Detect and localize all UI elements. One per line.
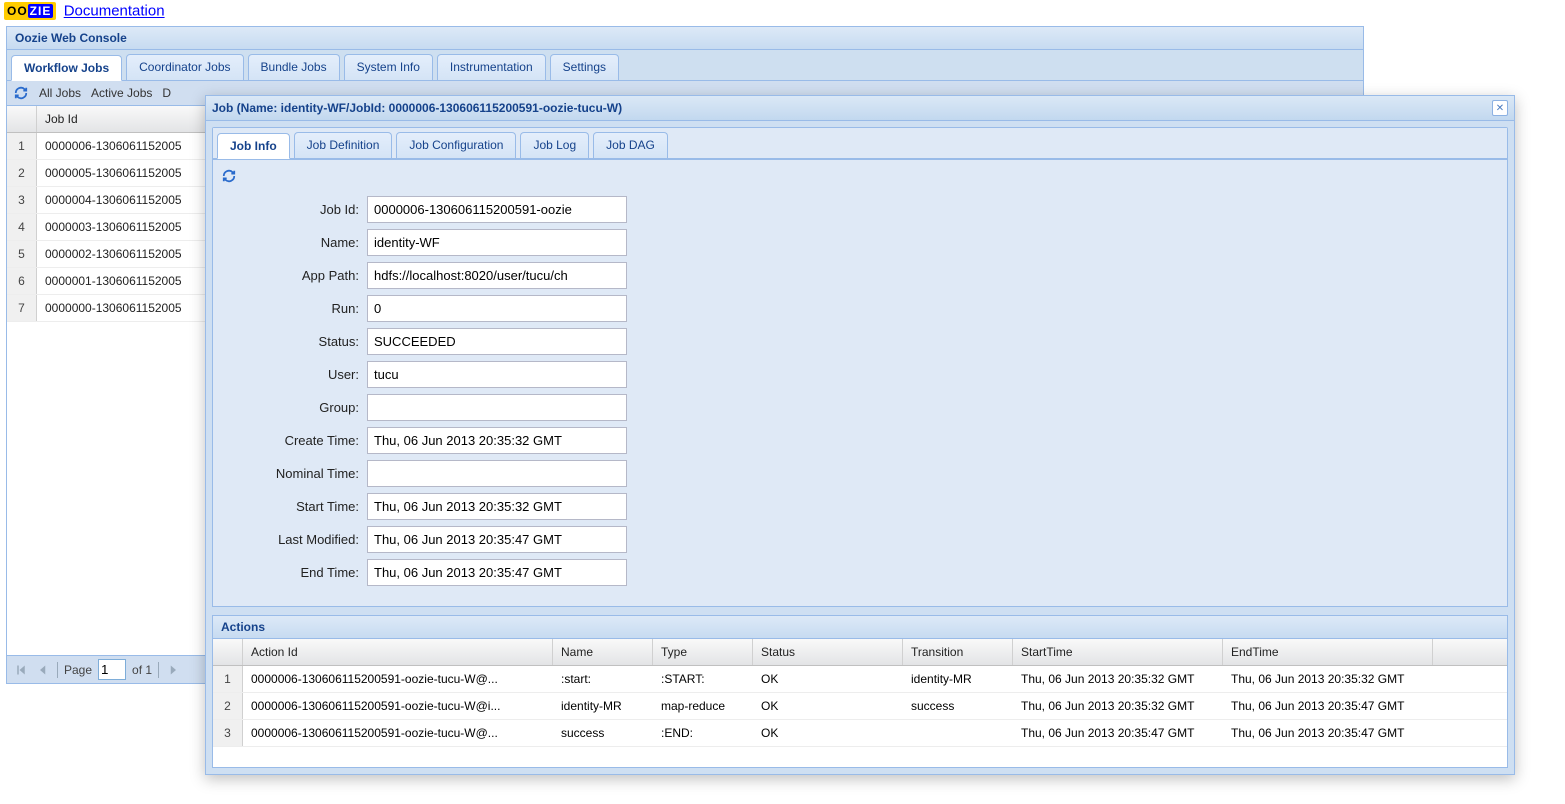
cell-action-id: 0000006-130606115200591-oozie-tucu-W@... — [243, 666, 553, 692]
cell-action-status: OK — [753, 720, 903, 746]
cell-action-end: Thu, 06 Jun 2013 20:35:32 GMT — [1223, 666, 1433, 692]
tab-workflow-jobs[interactable]: Workflow Jobs — [11, 55, 122, 81]
field-app-path[interactable] — [367, 262, 627, 289]
column-action-id[interactable]: Action Id — [243, 639, 553, 665]
cell-action-start: Thu, 06 Jun 2013 20:35:47 GMT — [1013, 720, 1223, 746]
table-row[interactable]: 10000006-130606115200591-oozie-tucu-W@..… — [213, 666, 1507, 693]
field-run[interactable] — [367, 295, 627, 322]
tab-job-dag[interactable]: Job DAG — [593, 132, 668, 158]
column-action-status[interactable]: Status — [753, 639, 903, 665]
tab-bundle-jobs[interactable]: Bundle Jobs — [248, 54, 340, 80]
row-number: 6 — [7, 268, 37, 294]
label-status: Status: — [239, 334, 359, 349]
cell-action-end: Thu, 06 Jun 2013 20:35:47 GMT — [1223, 693, 1433, 719]
label-user: User: — [239, 367, 359, 382]
cell-action-status: OK — [753, 693, 903, 719]
cell-action-name: success — [553, 720, 653, 746]
column-action-start[interactable]: StartTime — [1013, 639, 1223, 665]
cell-action-type: :END: — [653, 720, 753, 746]
table-row[interactable]: 20000006-130606115200591-oozie-tucu-W@i.… — [213, 693, 1507, 720]
job-detail-window: Job (Name: identity-WF/JobId: 0000006-13… — [205, 95, 1515, 775]
page-input[interactable] — [98, 659, 126, 680]
label-job-id: Job Id: — [239, 202, 359, 217]
filter-active-jobs[interactable]: Active Jobs — [91, 86, 152, 100]
cell-action-transition: identity-MR — [903, 666, 1013, 692]
tab-job-log[interactable]: Job Log — [520, 132, 589, 158]
main-tabstrip: Workflow Jobs Coordinator Jobs Bundle Jo… — [7, 50, 1363, 81]
job-window-title: Job (Name: identity-WF/JobId: 0000006-13… — [212, 101, 622, 115]
row-number: 7 — [7, 295, 37, 321]
oozie-logo: OOZIE — [4, 2, 56, 20]
row-number: 5 — [7, 241, 37, 267]
label-end-time: End Time: — [239, 565, 359, 580]
label-last-modified: Last Modified: — [239, 532, 359, 547]
cell-action-transition: success — [903, 693, 1013, 719]
page-next-icon[interactable] — [165, 662, 181, 678]
table-row[interactable]: 30000006-130606115200591-oozie-tucu-W@..… — [213, 720, 1507, 747]
cell-action-start: Thu, 06 Jun 2013 20:35:32 GMT — [1013, 693, 1223, 719]
cell-action-end: Thu, 06 Jun 2013 20:35:47 GMT — [1223, 720, 1433, 746]
field-name[interactable] — [367, 229, 627, 256]
label-run: Run: — [239, 301, 359, 316]
page-first-icon[interactable] — [13, 662, 29, 678]
row-number: 3 — [7, 187, 37, 213]
field-nominal-time[interactable] — [367, 460, 627, 487]
label-group: Group: — [239, 400, 359, 415]
cell-action-transition — [903, 720, 1013, 746]
tab-job-definition[interactable]: Job Definition — [294, 132, 393, 158]
column-action-name[interactable]: Name — [553, 639, 653, 665]
column-action-end[interactable]: EndTime — [1223, 639, 1433, 665]
cell-action-name: :start: — [553, 666, 653, 692]
field-status[interactable] — [367, 328, 627, 355]
tab-job-info[interactable]: Job Info — [217, 133, 290, 159]
close-icon[interactable]: ✕ — [1492, 100, 1508, 116]
tab-job-configuration[interactable]: Job Configuration — [396, 132, 516, 158]
tab-instrumentation[interactable]: Instrumentation — [437, 54, 546, 80]
tab-coordinator-jobs[interactable]: Coordinator Jobs — [126, 54, 243, 80]
label-app-path: App Path: — [239, 268, 359, 283]
label-nominal-time: Nominal Time: — [239, 466, 359, 481]
row-number: 2 — [213, 693, 243, 719]
filter-all-jobs[interactable]: All Jobs — [39, 86, 81, 100]
refresh-icon[interactable] — [221, 168, 237, 184]
cell-action-status: OK — [753, 666, 903, 692]
tab-system-info[interactable]: System Info — [344, 54, 433, 80]
field-user[interactable] — [367, 361, 627, 388]
row-number: 4 — [7, 214, 37, 240]
field-create-time[interactable] — [367, 427, 627, 454]
row-number: 1 — [7, 133, 37, 159]
row-number: 3 — [213, 720, 243, 746]
column-action-type[interactable]: Type — [653, 639, 753, 665]
field-job-id[interactable] — [367, 196, 627, 223]
label-name: Name: — [239, 235, 359, 250]
filter-truncated[interactable]: D — [162, 86, 171, 100]
tab-settings[interactable]: Settings — [550, 54, 619, 80]
label-create-time: Create Time: — [239, 433, 359, 448]
row-number: 2 — [7, 160, 37, 186]
documentation-link[interactable]: Documentation — [64, 3, 165, 20]
cell-action-name: identity-MR — [553, 693, 653, 719]
cell-action-id: 0000006-130606115200591-oozie-tucu-W@... — [243, 720, 553, 746]
console-title: Oozie Web Console — [7, 27, 1363, 50]
page-prev-icon[interactable] — [35, 662, 51, 678]
cell-action-type: :START: — [653, 666, 753, 692]
field-start-time[interactable] — [367, 493, 627, 520]
cell-action-start: Thu, 06 Jun 2013 20:35:32 GMT — [1013, 666, 1223, 692]
row-number: 1 — [213, 666, 243, 692]
label-start-time: Start Time: — [239, 499, 359, 514]
cell-action-id: 0000006-130606115200591-oozie-tucu-W@i..… — [243, 693, 553, 719]
field-group[interactable] — [367, 394, 627, 421]
actions-title: Actions — [213, 616, 1507, 639]
page-label: Page — [64, 663, 92, 677]
refresh-icon[interactable] — [13, 85, 29, 101]
column-action-transition[interactable]: Transition — [903, 639, 1013, 665]
field-last-modified[interactable] — [367, 526, 627, 553]
field-end-time[interactable] — [367, 559, 627, 586]
cell-action-type: map-reduce — [653, 693, 753, 719]
page-of-label: of 1 — [132, 663, 152, 677]
